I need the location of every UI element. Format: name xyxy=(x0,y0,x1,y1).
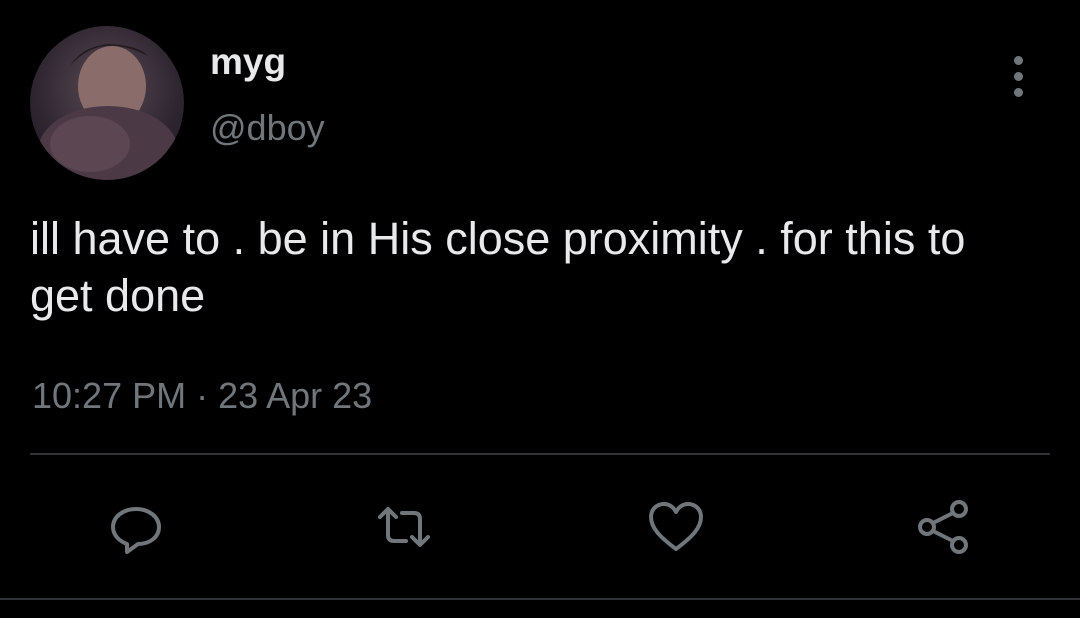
tweet: myg @dboy ill have to . be in His close … xyxy=(0,0,1080,618)
more-vertical-icon-dot xyxy=(1013,87,1023,97)
reply-button[interactable] xyxy=(106,497,166,557)
tweet-text: ill have to . be in His close proximity … xyxy=(30,213,966,321)
user-handle[interactable]: @dboy xyxy=(210,106,325,150)
more-vertical-icon-dot xyxy=(1013,71,1023,81)
like-button[interactable] xyxy=(646,497,706,557)
avatar-image xyxy=(38,44,178,180)
display-name[interactable]: myg xyxy=(210,40,286,84)
retweet-button[interactable] xyxy=(374,497,434,557)
divider xyxy=(30,453,1050,455)
retweet-icon xyxy=(378,507,430,547)
tweet-timestamp[interactable]: 10:27 PM · 23 Apr 23 xyxy=(32,372,372,420)
more-vertical-icon xyxy=(1013,55,1023,65)
more-options-button[interactable] xyxy=(998,52,1038,100)
divider-bottom xyxy=(0,598,1080,600)
share-button[interactable] xyxy=(913,497,973,557)
heart-icon xyxy=(649,502,703,551)
reply-icon xyxy=(111,507,161,554)
avatar[interactable] xyxy=(30,26,184,180)
share-icon xyxy=(918,500,968,554)
